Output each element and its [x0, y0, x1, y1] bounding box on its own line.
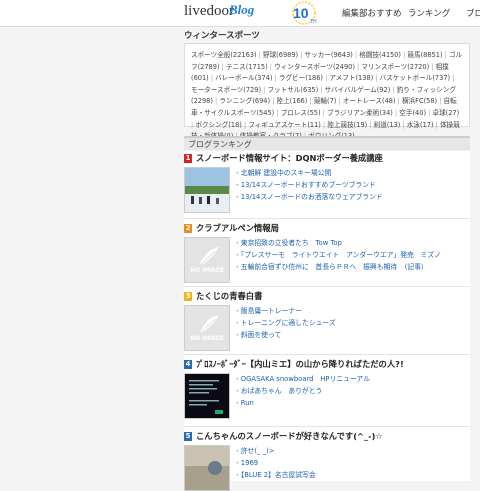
rank-badge: 4 — [184, 360, 192, 369]
recent-posts: OGASAKA snowboard HPリニューアルおばあちゃん ありがとうRu… — [234, 373, 370, 409]
category-link[interactable]: ブラジリアン柔術(34) — [327, 109, 393, 117]
post-link[interactable]: OGASAKA snowboard HPリニューアル — [234, 373, 370, 385]
category-link[interactable]: ウィンタースポーツ(2490) — [274, 63, 355, 71]
category-link[interactable]: フィギュアスケート(11) — [248, 121, 321, 129]
category-link[interactable]: マリンスポーツ(2720) — [361, 63, 429, 71]
category-link[interactable]: スポーツ全般(22163) — [191, 51, 257, 59]
post-link[interactable]: Run — [234, 397, 370, 409]
10th-anniversary-logo: 10 TH — [292, 1, 317, 25]
category-link[interactable]: ボクシング(18) — [195, 121, 242, 129]
recent-posts: 北朝鮮 建設中のスキー場公開13/14スノーボードおすすめブーツブランド13/1… — [234, 167, 383, 203]
category-link[interactable]: 野球(6989) — [263, 51, 298, 59]
category-link[interactable]: モータースポーツ(729) — [191, 86, 261, 94]
category-link[interactable]: 陸上(166) — [276, 97, 307, 105]
category-link[interactable]: 陸上競技(19) — [327, 121, 367, 129]
post-link[interactable]: 13/14スノーボードおすすめブーツブランド — [234, 179, 383, 191]
post-link[interactable]: 飯島庸一トレーナー — [234, 305, 336, 317]
recent-posts: 東京招致の立役者たち Tow Top「プレスサーモ ライトウエイト アンダーウエ… — [234, 237, 441, 273]
blog-title-link[interactable]: たくじの青春白書 — [196, 290, 262, 302]
blog-logo[interactable]: Blog — [229, 2, 254, 18]
blog-title-link[interactable]: クラブアルペン情報局 — [196, 222, 279, 234]
entry-divider — [184, 218, 470, 219]
category-list: スポーツ全般(22163) | 野球(6989) | サッカー(9643) | … — [184, 43, 470, 140]
nav-blog[interactable]: ブロ — [466, 7, 480, 19]
anniversary-suffix: TH — [310, 19, 317, 25]
recent-posts: 飯島庸一トレーナートレーニングに適したシューズ斜面を使って — [234, 305, 336, 341]
blog-ranking-header: ブログランキング — [184, 136, 470, 150]
rank-badge: 1 — [184, 154, 192, 163]
rank-badge: 3 — [184, 292, 192, 301]
terminal-screenshot — [185, 374, 229, 418]
category-separator: | — [450, 74, 455, 83]
winter-sports-title: ウィンタースポーツ — [184, 31, 260, 41]
category-link[interactable]: テニス(1715) — [226, 63, 268, 71]
anniversary-number: 10 — [293, 5, 309, 21]
category-link[interactable]: サバイバルゲーム(92) — [325, 86, 391, 94]
category-link[interactable]: 空手(40) — [399, 109, 426, 117]
blog-thumbnail[interactable]: NO IMAGE — [184, 237, 230, 283]
nav-editors-picks[interactable]: 編集部おすすめ — [342, 7, 402, 19]
category-link[interactable]: オートレース(48) — [343, 97, 396, 105]
recent-posts: 許せ(_ _)>1969【BLUE 2】名古屋試写会 — [234, 445, 316, 481]
category-link[interactable]: 横浜FC(58) — [402, 97, 437, 105]
category-link[interactable]: バレーボール(374) — [215, 74, 272, 82]
snow-field-photo — [185, 168, 229, 212]
top-bar: livedoor Blog 10 TH 編集部おすすめ ランキング ブロ — [0, 0, 480, 27]
entry-divider — [184, 426, 470, 427]
post-link[interactable]: 五輪前合宿ずひ信州に 首長らＰＲへ 振興も期待 （記事） — [234, 261, 441, 273]
category-link[interactable]: ランニング(694) — [219, 97, 270, 105]
category-link[interactable]: 格闘技(4150) — [359, 51, 401, 59]
post-link[interactable]: 東京招致の立役者たち Tow Top — [234, 237, 441, 249]
nav-ranking[interactable]: ランキング — [408, 7, 450, 19]
category-link[interactable]: 水泳(17) — [407, 121, 434, 129]
rank-badge: 2 — [184, 224, 192, 233]
category-link[interactable]: サッカー(9643) — [305, 51, 353, 59]
blog-title-link[interactable]: こんちゃんのスノーボードが好きなんです(^_-)☆ — [196, 430, 383, 442]
blog-thumbnail[interactable] — [184, 373, 230, 419]
livedoor-logo[interactable]: livedoor — [184, 3, 234, 20]
post-link[interactable]: 斜面を使って — [234, 329, 336, 341]
post-link[interactable]: トレーニングに適したシューズ — [234, 317, 336, 329]
blog-thumbnail[interactable] — [184, 445, 230, 491]
post-link[interactable]: 【BLUE 2】名古屋試写会 — [234, 469, 316, 481]
post-link[interactable]: 北朝鮮 建設中のスキー場公開 — [234, 167, 383, 179]
category-link[interactable]: バスケットボール(737) — [380, 74, 450, 82]
snow-photo — [185, 446, 229, 490]
post-link[interactable]: 1969 — [234, 457, 316, 469]
post-link[interactable]: 13/14スノーボードのお洒落なウェアブランド — [234, 191, 383, 203]
category-link[interactable]: ラグビー(186) — [279, 74, 323, 82]
blog-title-link[interactable]: ﾌﾟﾛｽﾉｰﾎﾞｰﾀﾞｰ【内山ミエ】の山から降りればただの人?! — [196, 358, 404, 370]
rank-badge: 5 — [184, 432, 192, 441]
entry-divider — [184, 354, 470, 355]
category-link[interactable]: プロレス(55) — [281, 109, 321, 117]
category-link[interactable]: 競輪(7) — [314, 97, 337, 105]
no-image-label: NO IMAGE — [189, 267, 225, 274]
no-image-label: NO IMAGE — [189, 335, 225, 342]
blog-thumbnail[interactable] — [184, 167, 230, 213]
category-link[interactable]: アメフト(138) — [329, 74, 373, 82]
category-link[interactable]: 競馬(8851) — [407, 51, 442, 59]
ranking-list: 1スノーボード情報サイト：DQNボーダー養成講座北朝鮮 建設中のスキー場公開13… — [184, 151, 470, 491]
entry-divider — [184, 286, 470, 287]
category-link[interactable]: 剣道(13) — [374, 121, 401, 129]
category-link[interactable]: フットサル(635) — [267, 86, 318, 94]
blog-thumbnail[interactable]: NO IMAGE — [184, 305, 230, 351]
category-link[interactable]: 卓球(27) — [432, 109, 459, 117]
post-link[interactable]: おばあちゃん ありがとう — [234, 385, 370, 397]
post-link[interactable]: 「プレスサーモ ライトウエイト アンダーウエア」発売 ミズノ — [234, 249, 441, 261]
post-link[interactable]: 許せ(_ _)> — [234, 445, 316, 457]
blog-title-link[interactable]: スノーボード情報サイト：DQNボーダー養成講座 — [196, 152, 383, 164]
